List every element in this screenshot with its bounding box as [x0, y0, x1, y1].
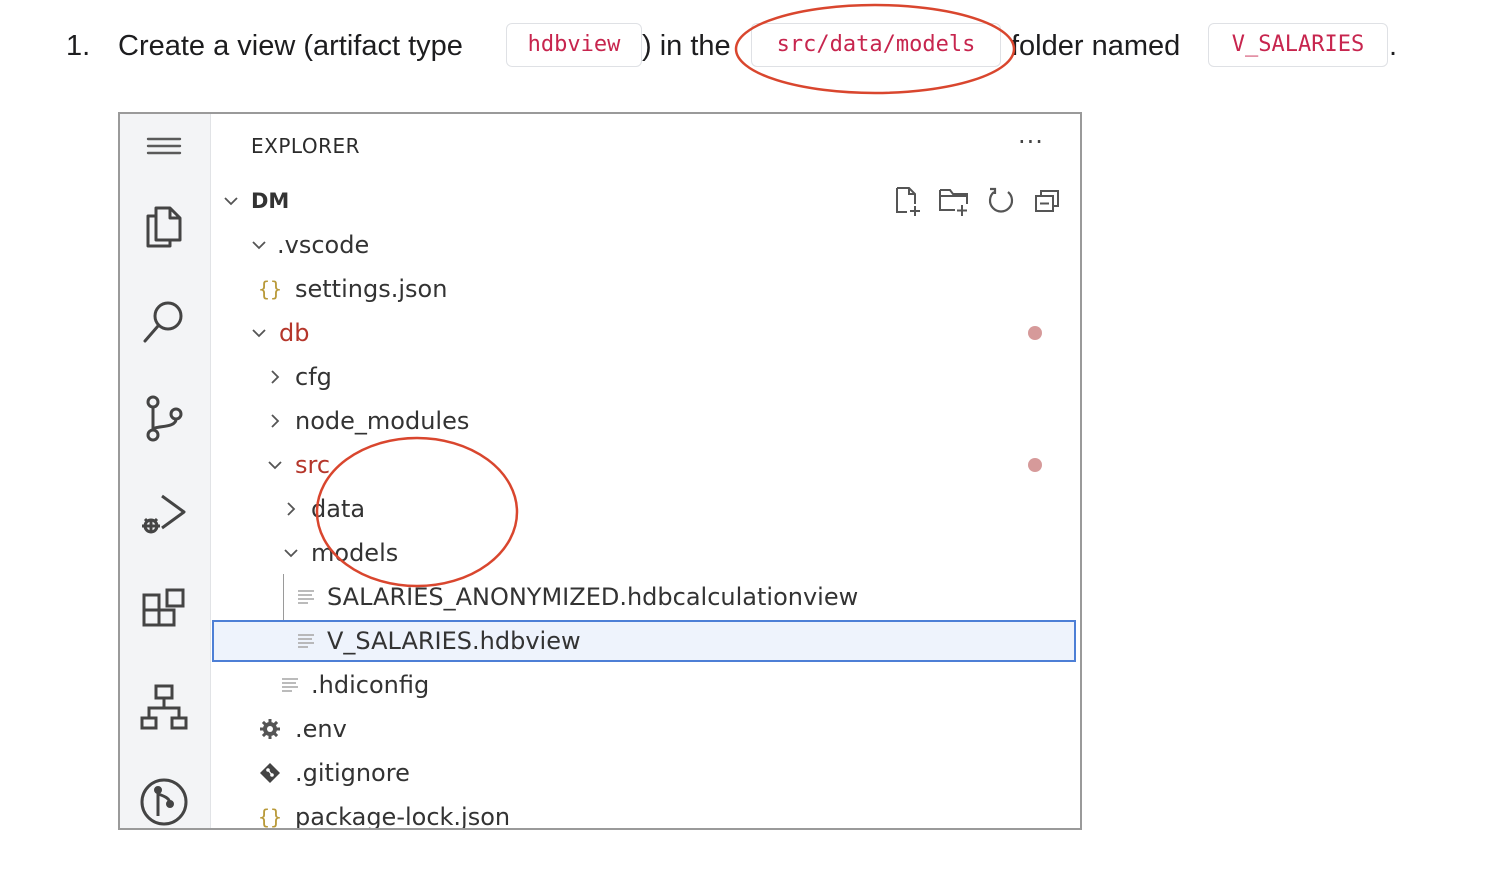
tree-label: SALARIES_ANONYMIZED.hdbcalculationview — [327, 583, 859, 611]
tree-item-v-salaries-hdbview[interactable]: V_SALARIES.hdbview — [211, 620, 1080, 662]
chevron-down-icon — [249, 235, 269, 255]
extensions-icon[interactable] — [136, 584, 192, 640]
tree-label: src — [295, 451, 331, 479]
git-graph-icon[interactable] — [136, 774, 192, 828]
tree-item-hdiconfig[interactable]: .hdiconfig — [211, 664, 1080, 706]
run-debug-icon[interactable] — [136, 486, 192, 542]
instruction-prefix: Create a view (artifact type — [118, 30, 463, 62]
json-file-icon: {} — [257, 277, 283, 301]
tree-item-db[interactable]: db — [211, 312, 1080, 354]
instruction-suffix: folder named — [1011, 30, 1181, 62]
tree-item-settings-json[interactable]: {} settings.json — [211, 268, 1080, 310]
tree-label: DM — [251, 189, 290, 213]
files-icon[interactable] — [136, 198, 192, 254]
tree-root-dm[interactable]: DM — [211, 180, 1080, 222]
json-file-icon: {} — [257, 805, 283, 829]
menu-icon[interactable] — [136, 118, 192, 174]
chevron-down-icon — [249, 323, 269, 343]
step-number: 1. — [66, 30, 91, 62]
tree-label: db — [279, 319, 310, 347]
more-actions-icon[interactable]: ··· — [1018, 128, 1044, 156]
tree-label: .env — [295, 715, 347, 743]
file-lines-icon — [293, 584, 319, 610]
tree-item-package-lock[interactable]: {} package-lock.json — [211, 796, 1080, 830]
tree-item-data[interactable]: data — [211, 488, 1080, 530]
file-lines-icon — [277, 672, 303, 698]
tree-label: models — [311, 539, 399, 567]
chevron-down-icon — [221, 191, 241, 211]
tree-label: .gitignore — [295, 759, 410, 787]
modified-indicator — [1028, 326, 1042, 340]
view-name-code: V_SALARIES — [1208, 23, 1388, 67]
explorer-screenshot: EXPLORER ··· DM .vscode {} settings.json — [118, 112, 1082, 830]
instruction-middle: ) in the — [642, 30, 731, 62]
tree-item-models[interactable]: models — [211, 532, 1080, 574]
tree-item-cfg[interactable]: cfg — [211, 356, 1080, 398]
tree-label: settings.json — [295, 275, 448, 303]
modified-indicator — [1028, 458, 1042, 472]
hierarchy-icon[interactable] — [136, 680, 192, 736]
folder-path-code: src/data/models — [751, 23, 1001, 67]
git-diamond-icon — [257, 760, 283, 786]
chevron-down-icon — [265, 455, 285, 475]
tree-label: cfg — [295, 363, 332, 391]
chevron-right-icon — [281, 499, 301, 519]
instruction-end: . — [1389, 30, 1398, 62]
artifact-type-code: hdbview — [506, 23, 642, 67]
tree-label: V_SALARIES.hdbview — [327, 627, 581, 655]
explorer-panel: EXPLORER ··· DM .vscode {} settings.json — [211, 114, 1080, 828]
tree-label: node_modules — [295, 407, 470, 435]
chevron-right-icon — [265, 411, 285, 431]
source-control-icon[interactable] — [136, 390, 192, 446]
search-icon[interactable] — [136, 292, 192, 348]
tree-item-env[interactable]: .env — [211, 708, 1080, 750]
tree-label: .hdiconfig — [311, 671, 430, 699]
chevron-down-icon — [281, 543, 301, 563]
tree-label: .vscode — [277, 231, 370, 259]
explorer-title: EXPLORER — [251, 134, 360, 158]
chevron-right-icon — [265, 367, 285, 387]
tree-item-node-modules[interactable]: node_modules — [211, 400, 1080, 442]
tree-item-gitignore[interactable]: .gitignore — [211, 752, 1080, 794]
tree-item-src[interactable]: src — [211, 444, 1080, 486]
tree-label: data — [311, 495, 366, 523]
instruction-step: 1. Create a view (artifact type hdbview … — [0, 0, 1486, 100]
gear-icon — [257, 716, 283, 742]
file-lines-icon — [293, 628, 319, 654]
tree-item-calc-view[interactable]: SALARIES_ANONYMIZED.hdbcalculationview — [211, 576, 1080, 618]
tree-label: package-lock.json — [295, 803, 511, 830]
activity-bar — [120, 114, 211, 828]
tree-item-vscode[interactable]: .vscode — [211, 224, 1080, 266]
